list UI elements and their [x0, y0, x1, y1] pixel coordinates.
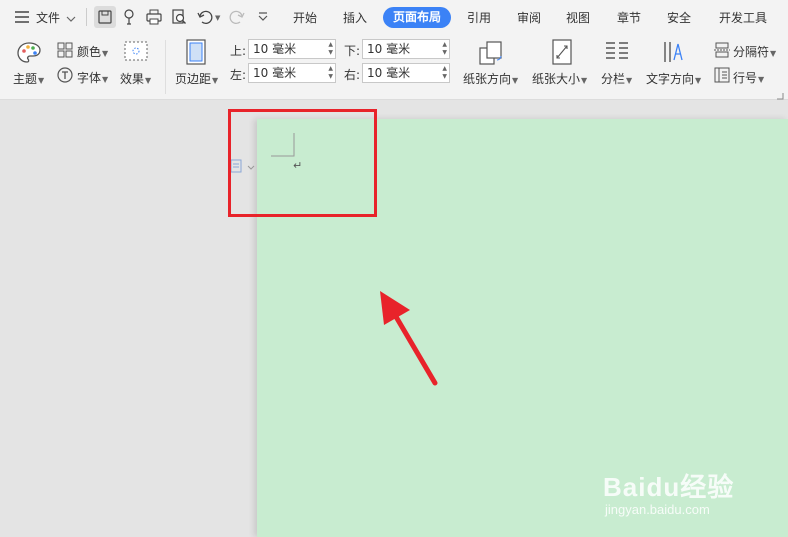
spin-arrows-icon[interactable]: ▲ ▼ — [442, 65, 447, 81]
undo-icon[interactable] — [196, 8, 214, 26]
chevron-down-icon[interactable] — [66, 12, 76, 26]
divider — [86, 8, 87, 26]
right-margin-input[interactable]: 10 毫米 ▲ ▼ — [362, 63, 450, 83]
effect-icon[interactable] — [124, 41, 148, 64]
effect-button[interactable]: 效果▼ — [120, 70, 151, 87]
tab-home[interactable]: 开始 — [293, 9, 317, 26]
bottom-margin-value: 10 毫米 — [367, 42, 411, 56]
tab-references[interactable]: 引用 — [467, 9, 491, 26]
theme-button[interactable]: 主题▼ — [13, 70, 44, 87]
chevron-down-icon: ▼ — [770, 49, 777, 58]
tab-page-layout[interactable]: 页面布局 — [383, 7, 451, 28]
tab-view[interactable]: 视图 — [566, 9, 590, 26]
print-preview-icon[interactable] — [170, 8, 188, 26]
margins-button[interactable]: 页边距▼ — [175, 70, 218, 87]
left-margin-value: 10 毫米 — [253, 66, 297, 80]
orientation-button[interactable]: 纸张方向▼ — [463, 70, 518, 87]
paper-size-button[interactable]: 纸张大小▼ — [532, 70, 587, 87]
ribbon-divider — [165, 40, 166, 94]
left-margin-label: 左: — [230, 68, 247, 82]
tab-chapter[interactable]: 章节 — [617, 9, 641, 26]
text-direction-button[interactable]: 文字方向▼ — [646, 70, 701, 87]
orientation-label: 纸张方向 — [463, 72, 512, 86]
menu-bar: 文件 ▼ 开始 插入 页面布局 引用 审阅 视图 章节 安全 开发工具 — [0, 0, 788, 34]
left-margin-input[interactable]: 10 毫米 ▲ ▼ — [248, 63, 336, 83]
spin-arrows-icon[interactable]: ▲ ▼ — [328, 65, 333, 81]
right-margin-label: 右: — [344, 68, 361, 82]
text-direction-icon[interactable] — [662, 40, 686, 67]
top-margin-input[interactable]: 10 毫米 ▲ ▼ — [248, 39, 336, 59]
watermark-url: jingyan.baidu.com — [605, 502, 710, 517]
columns-button[interactable]: 分栏▼ — [601, 70, 632, 87]
color-label: 颜色 — [77, 45, 102, 59]
effect-label: 效果 — [120, 72, 145, 86]
line-numbers-icon[interactable] — [714, 67, 730, 86]
chevron-down-icon: ▼ — [102, 75, 109, 84]
ribbon-expand-icon[interactable] — [777, 89, 784, 103]
chevron-down-icon: ▼ — [102, 49, 109, 58]
right-margin-value: 10 毫米 — [367, 66, 411, 80]
margins-label: 页边距 — [175, 72, 212, 86]
chevron-down-icon: ▼ — [626, 76, 633, 85]
file-menu[interactable]: 文件 — [36, 9, 60, 26]
spin-arrows-icon[interactable]: ▲ ▼ — [328, 41, 333, 57]
text-direction-label: 文字方向 — [646, 72, 695, 86]
font-circle-icon[interactable] — [57, 67, 73, 86]
format-painter-icon[interactable] — [122, 8, 140, 26]
redo-icon — [228, 8, 246, 26]
orientation-icon[interactable] — [478, 40, 504, 69]
chevron-down-icon: ▼ — [758, 75, 765, 84]
chevron-down-icon: ▼ — [695, 76, 702, 85]
color-button[interactable]: 颜色▼ — [77, 43, 108, 60]
columns-icon[interactable] — [605, 40, 629, 65]
chevron-down-icon: ▼ — [512, 76, 519, 85]
tab-developer[interactable]: 开发工具 — [719, 9, 767, 26]
paper-size-icon[interactable] — [551, 39, 573, 68]
color-grid-icon[interactable] — [57, 42, 73, 61]
tab-security[interactable]: 安全 — [667, 9, 691, 26]
chevron-down-icon: ▼ — [145, 76, 152, 85]
hamburger-icon[interactable] — [14, 10, 30, 24]
margins-icon[interactable] — [185, 39, 207, 68]
breaks-button[interactable]: 分隔符▼ — [733, 43, 776, 60]
paper-size-label: 纸张大小 — [532, 72, 581, 86]
save-icon[interactable] — [94, 6, 116, 28]
breaks-label: 分隔符 — [733, 45, 770, 59]
customize-toolbar-icon[interactable] — [257, 11, 269, 25]
theme-label: 主题 — [13, 72, 38, 86]
chevron-down-icon: ▼ — [581, 76, 588, 85]
ribbon-toolbar: 主题▼ 颜色▼ 字体▼ 效果▼ 页边距▼ 上: 10 毫米 ▲ ▼ 左: 10 毫米… — [0, 34, 788, 100]
breaks-icon[interactable] — [714, 42, 730, 61]
bottom-margin-input[interactable]: 10 毫米 ▲ ▼ — [362, 39, 450, 59]
columns-label: 分栏 — [601, 72, 626, 86]
print-icon[interactable] — [145, 8, 163, 26]
tab-insert[interactable]: 插入 — [343, 9, 367, 26]
red-arrow — [380, 291, 438, 386]
font-button[interactable]: 字体▼ — [77, 69, 108, 86]
top-margin-value: 10 毫米 — [253, 42, 297, 56]
chevron-down-icon: ▼ — [38, 76, 45, 85]
spin-arrows-icon[interactable]: ▲ ▼ — [442, 41, 447, 57]
tab-review[interactable]: 审阅 — [517, 9, 541, 26]
highlight-box — [228, 109, 377, 217]
top-margin-label: 上: — [230, 44, 247, 58]
chevron-down-icon: ▼ — [212, 76, 219, 85]
theme-palette-icon[interactable] — [16, 41, 42, 68]
bottom-margin-label: 下: — [344, 44, 361, 58]
line-numbers-button[interactable]: 行号▼ — [733, 69, 764, 86]
font-label: 字体 — [77, 71, 102, 85]
undo-dropdown-icon[interactable]: ▼ — [215, 14, 220, 22]
watermark-logo: Baidu经验 — [603, 472, 735, 502]
line-numbers-label: 行号 — [733, 71, 758, 85]
